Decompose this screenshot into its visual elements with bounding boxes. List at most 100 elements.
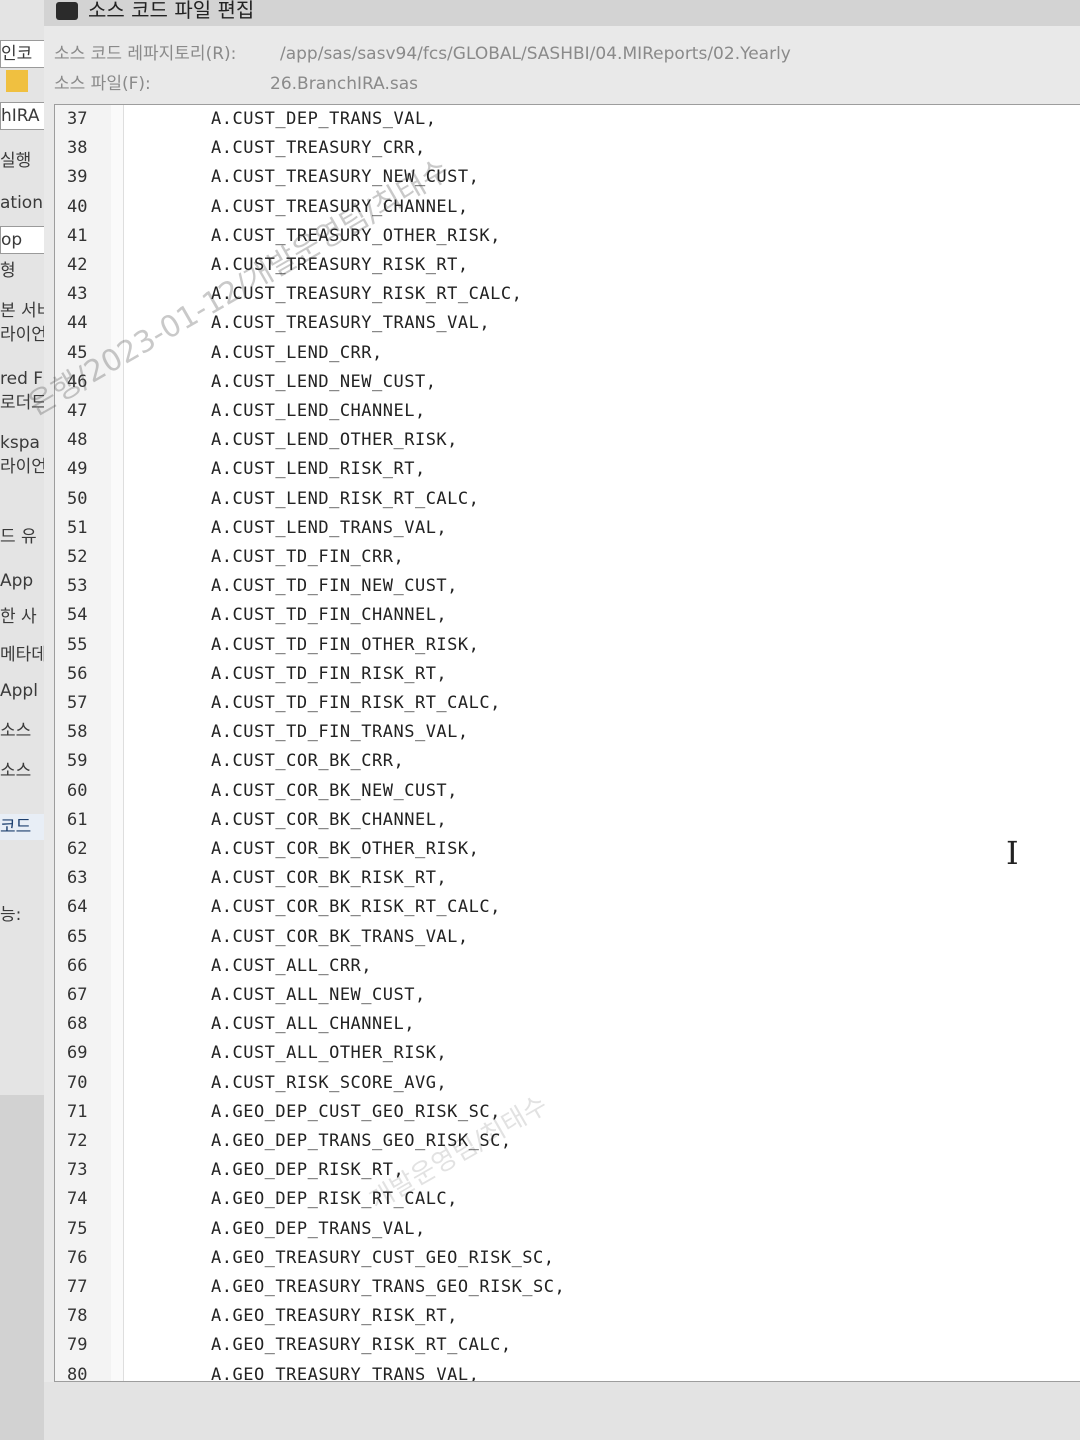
code-text[interactable]: A.CUST_LEND_CRR, <box>211 339 383 368</box>
code-text[interactable]: A.CUST_TD_FIN_RISK_RT_CALC, <box>211 689 501 718</box>
line-number: 58 <box>67 722 88 743</box>
line-number: 39 <box>67 167 88 188</box>
code-line[interactable]: 79 A.GEO_TREASURY_RISK_RT_CALC, <box>55 1331 1080 1360</box>
code-line[interactable]: 76 A.GEO_TREASURY_CUST_GEO_RISK_SC, <box>55 1244 1080 1273</box>
code-text[interactable]: A.CUST_COR_BK_RISK_RT_CALC, <box>211 893 501 922</box>
code-line[interactable]: 62 A.CUST_COR_BK_OTHER_RISK, <box>55 835 1080 864</box>
code-line[interactable]: 75 A.GEO_DEP_TRANS_VAL, <box>55 1215 1080 1244</box>
line-number: 75 <box>67 1218 88 1239</box>
code-line[interactable]: 73 A.GEO_DEP_RISK_RT, <box>55 1156 1080 1185</box>
code-text[interactable]: A.CUST_ALL_OTHER_RISK, <box>211 1039 447 1068</box>
code-text[interactable]: A.CUST_ALL_NEW_CUST, <box>211 981 426 1010</box>
code-line[interactable]: 78 A.GEO_TREASURY_RISK_RT, <box>55 1302 1080 1331</box>
line-number: 76 <box>67 1247 88 1268</box>
code-line[interactable]: 52 A.CUST_TD_FIN_CRR, <box>55 543 1080 572</box>
line-number: 51 <box>67 517 88 538</box>
line-number: 56 <box>67 663 88 684</box>
code-text[interactable]: A.CUST_LEND_OTHER_RISK, <box>211 426 458 455</box>
code-text[interactable]: A.CUST_COR_BK_OTHER_RISK, <box>211 835 479 864</box>
dialog-titlebar[interactable]: 소스 코드 파일 편집 <box>44 0 1080 26</box>
code-line[interactable]: 38 A.CUST_TREASURY_CRR, <box>55 134 1080 163</box>
code-line[interactable]: 67 A.CUST_ALL_NEW_CUST, <box>55 981 1080 1010</box>
code-text[interactable]: A.CUST_DEP_TRANS_VAL, <box>211 105 436 134</box>
code-text[interactable]: A.CUST_TD_FIN_NEW_CUST, <box>211 572 458 601</box>
code-line[interactable]: 80 A.GEO_TREASURY_TRANS_VAL, <box>55 1361 1080 1381</box>
code-line[interactable]: 50 A.CUST_LEND_RISK_RT_CALC, <box>55 485 1080 514</box>
code-line[interactable]: 49 A.CUST_LEND_RISK_RT, <box>55 455 1080 484</box>
code-line[interactable]: 66 A.CUST_ALL_CRR, <box>55 952 1080 981</box>
code-text[interactable]: A.CUST_COR_BK_CHANNEL, <box>211 806 447 835</box>
code-text[interactable]: A.CUST_ALL_CHANNEL, <box>211 1010 415 1039</box>
line-number: 49 <box>67 459 88 480</box>
line-number: 57 <box>67 693 88 713</box>
code-text[interactable]: A.CUST_COR_BK_RISK_RT, <box>211 864 447 893</box>
code-text[interactable]: A.GEO_TREASURY_TRANS_VAL, <box>211 1361 479 1381</box>
code-line[interactable]: 65 A.CUST_COR_BK_TRANS_VAL, <box>55 923 1080 952</box>
background-app-panel: 인코 hIRA 실행 ation op 형 본 서비 라이언 red F 로더드… <box>0 0 45 1440</box>
code-text[interactable]: A.CUST_TD_FIN_RISK_RT, <box>211 660 447 689</box>
code-text[interactable]: A.CUST_LEND_CHANNEL, <box>211 397 426 426</box>
toolbar-icon[interactable] <box>6 70 28 92</box>
source-file-edit-dialog: 소스 코드 파일 편집 소스 코드 레파지토리(R): /app/sas/sas… <box>44 0 1080 1440</box>
code-line[interactable]: 47 A.CUST_LEND_CHANNEL, <box>55 397 1080 426</box>
code-text[interactable]: A.CUST_LEND_RISK_RT, <box>211 455 426 484</box>
code-line[interactable]: 60 A.CUST_COR_BK_NEW_CUST, <box>55 777 1080 806</box>
code-line[interactable]: 74 A.GEO_DEP_RISK_RT_CALC, <box>55 1185 1080 1214</box>
code-line[interactable]: 40 A.CUST_TREASURY_CHANNEL, <box>55 193 1080 222</box>
line-number: 54 <box>67 605 88 626</box>
code-line[interactable]: 46 A.CUST_LEND_NEW_CUST, <box>55 368 1080 397</box>
code-text[interactable]: A.CUST_TD_FIN_CRR, <box>211 543 404 572</box>
code-line[interactable]: 70 A.CUST_RISK_SCORE_AVG, <box>55 1069 1080 1098</box>
code-text[interactable]: A.CUST_TREASURY_CRR, <box>211 134 426 163</box>
code-text[interactable]: A.GEO_TREASURY_CUST_GEO_RISK_SC, <box>211 1244 555 1273</box>
line-number: 71 <box>67 1101 88 1122</box>
code-line[interactable]: 45 A.CUST_LEND_CRR, <box>55 339 1080 368</box>
code-line[interactable]: 56 A.CUST_TD_FIN_RISK_RT, <box>55 660 1080 689</box>
background-app-lower-area <box>0 1095 44 1440</box>
code-text[interactable]: A.CUST_COR_BK_TRANS_VAL, <box>211 923 469 952</box>
app-icon <box>56 2 78 20</box>
code-line[interactable]: 72 A.GEO_DEP_TRANS_GEO_RISK_SC, <box>55 1127 1080 1156</box>
code-text[interactable]: A.GEO_TREASURY_RISK_RT, <box>211 1302 458 1331</box>
code-line[interactable]: 64 A.CUST_COR_BK_RISK_RT_CALC, <box>55 893 1080 922</box>
code-text[interactable]: A.CUST_TD_FIN_OTHER_RISK, <box>211 631 479 660</box>
code-line[interactable]: 57 A.CUST_TD_FIN_RISK_RT_CALC, <box>55 689 1080 718</box>
line-number: 74 <box>67 1189 88 1210</box>
source-file-name[interactable]: 26.BranchIRA.sas <box>270 70 418 98</box>
line-number: 38 <box>67 138 88 159</box>
code-text[interactable]: A.CUST_TREASURY_TRANS_VAL, <box>211 309 490 338</box>
background-text: App <box>0 571 34 591</box>
code-text[interactable]: A.CUST_TD_FIN_TRANS_VAL, <box>211 718 469 747</box>
code-text[interactable]: A.CUST_LEND_RISK_RT_CALC, <box>211 485 479 514</box>
code-line[interactable]: 59 A.CUST_COR_BK_CRR, <box>55 747 1080 776</box>
code-line[interactable]: 53 A.CUST_TD_FIN_NEW_CUST, <box>55 572 1080 601</box>
code-line[interactable]: 54 A.CUST_TD_FIN_CHANNEL, <box>55 601 1080 630</box>
code-text[interactable]: A.GEO_TREASURY_RISK_RT_CALC, <box>211 1331 512 1360</box>
code-text[interactable]: A.CUST_ALL_CRR, <box>211 952 372 981</box>
code-line[interactable]: 39 A.CUST_TREASURY_NEW_CUST, <box>55 163 1080 192</box>
code-line[interactable]: 68 A.CUST_ALL_CHANNEL, <box>55 1010 1080 1039</box>
line-number: 68 <box>67 1014 88 1035</box>
code-line[interactable]: 71 A.GEO_DEP_CUST_GEO_RISK_SC, <box>55 1098 1080 1127</box>
code-line[interactable]: 58 A.CUST_TD_FIN_TRANS_VAL, <box>55 718 1080 747</box>
code-line[interactable]: 48 A.CUST_LEND_OTHER_RISK, <box>55 426 1080 455</box>
background-text: op <box>0 226 44 254</box>
code-text[interactable]: A.CUST_COR_BK_NEW_CUST, <box>211 777 458 806</box>
code-line[interactable]: 69 A.CUST_ALL_OTHER_RISK, <box>55 1039 1080 1068</box>
code-text[interactable]: A.GEO_TREASURY_TRANS_GEO_RISK_SC, <box>211 1273 565 1302</box>
code-line[interactable]: 37 A.CUST_DEP_TRANS_VAL, <box>55 105 1080 134</box>
code-line[interactable]: 55 A.CUST_TD_FIN_OTHER_RISK, <box>55 631 1080 660</box>
code-line[interactable]: 77 A.GEO_TREASURY_TRANS_GEO_RISK_SC, <box>55 1273 1080 1302</box>
code-text[interactable]: A.CUST_COR_BK_CRR, <box>211 747 404 776</box>
code-text[interactable]: A.GEO_DEP_TRANS_VAL, <box>211 1215 426 1244</box>
code-text[interactable]: A.CUST_TD_FIN_CHANNEL, <box>211 601 447 630</box>
code-text[interactable]: A.GEO_DEP_CUST_GEO_RISK_SC, <box>211 1098 501 1127</box>
code-text[interactable]: A.CUST_RISK_SCORE_AVG, <box>211 1069 447 1098</box>
repository-path[interactable]: /app/sas/sasv94/fcs/GLOBAL/SASHBI/04.MIR… <box>280 40 791 68</box>
code-line[interactable]: 63 A.CUST_COR_BK_RISK_RT, <box>55 864 1080 893</box>
code-text[interactable]: A.CUST_LEND_TRANS_VAL, <box>211 514 447 543</box>
code-text[interactable]: A.CUST_LEND_NEW_CUST, <box>211 368 436 397</box>
code-line[interactable]: 61 A.CUST_COR_BK_CHANNEL, <box>55 806 1080 835</box>
code-line[interactable]: 41 A.CUST_TREASURY_OTHER_RISK, <box>55 222 1080 251</box>
code-line[interactable]: 51 A.CUST_LEND_TRANS_VAL, <box>55 514 1080 543</box>
